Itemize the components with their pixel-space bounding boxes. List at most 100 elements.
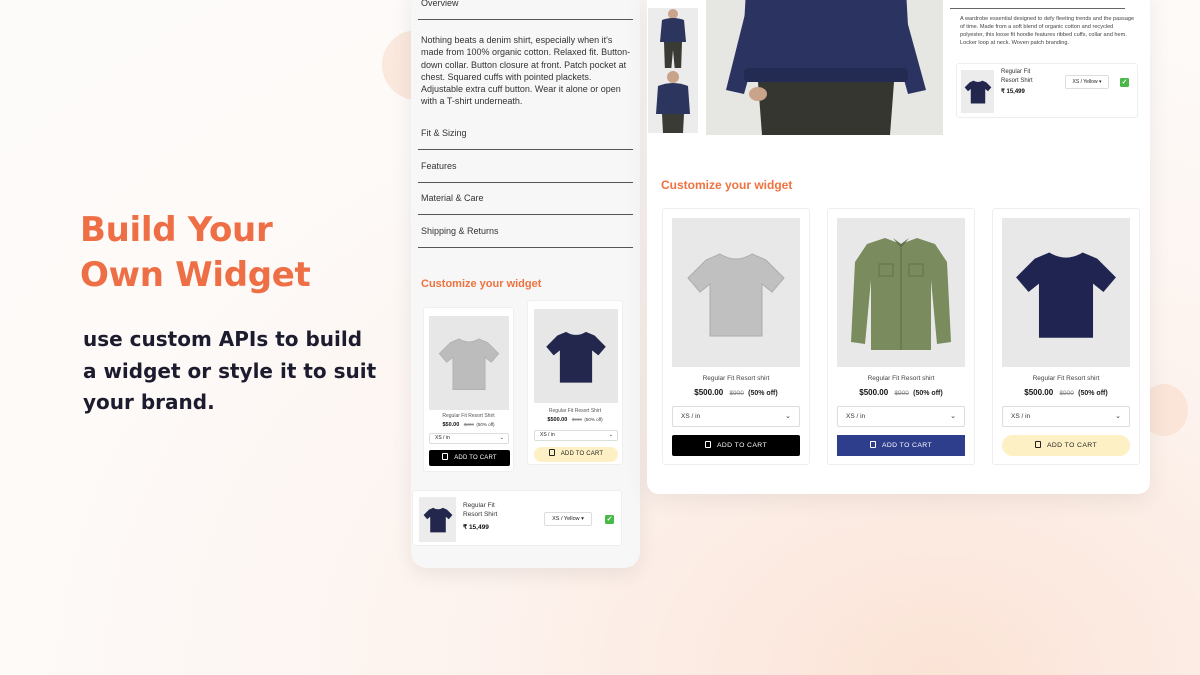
mobile-preview-panel: Overview Nothing beats a denim shirt, es…	[411, 0, 640, 568]
original-price: $900	[1059, 390, 1074, 397]
add-to-cart-button[interactable]: ADD TO CART	[1002, 435, 1130, 456]
accordion-fit-sizing[interactable]: Fit & Sizing	[421, 128, 467, 138]
bundle-price: ₹ 15,499	[463, 524, 489, 531]
size-select[interactable]: XS / in ⌄	[1002, 406, 1130, 427]
chevron-down-icon: ▾	[1098, 79, 1102, 85]
original-price: $900	[729, 390, 744, 397]
checkbox-checked-icon[interactable]: ✓	[1120, 78, 1129, 87]
variant-select-value: XS / Yellow	[1072, 79, 1098, 85]
size-select-value: XS / in	[435, 435, 450, 441]
size-select[interactable]: XS / in ⌄	[534, 430, 618, 441]
shopping-bag-icon	[869, 441, 876, 448]
chevron-down-icon: ⌄	[608, 432, 613, 438]
product-card: Regular Fit Resort shirt $500.00 $900 (5…	[992, 208, 1140, 465]
chevron-down-icon: ⌄	[785, 413, 791, 420]
shirt-image	[851, 237, 951, 350]
divider	[418, 182, 633, 183]
product-name[interactable]: Regular Fit Resort shirt	[828, 375, 974, 382]
checkbox-checked-icon[interactable]: ✓	[605, 515, 614, 524]
add-to-cart-button[interactable]: ADD TO CART	[534, 447, 618, 462]
bundle-name: Regular Fit Resort Shirt	[1001, 68, 1033, 86]
accordion-shipping-returns[interactable]: Shipping & Returns	[421, 226, 499, 236]
model-photo	[706, 0, 943, 135]
tshirt-image	[964, 80, 991, 104]
variant-select[interactable]: XS / Yellow ▾	[544, 512, 592, 526]
product-price: $500.00	[547, 417, 568, 423]
add-to-cart-button[interactable]: ADD TO CART	[672, 435, 800, 456]
hero-title-line: Own Widget	[80, 255, 311, 295]
size-select[interactable]: XS / in ⌄	[672, 406, 800, 427]
accordion-overview[interactable]: Overview	[421, 0, 459, 8]
gallery-thumbnail[interactable]	[648, 68, 698, 133]
bundle-thumbnail	[961, 70, 994, 113]
variant-select[interactable]: XS / Yellow ▾	[1065, 75, 1109, 89]
model-photo	[648, 68, 698, 133]
size-select[interactable]: XS / in ⌄	[837, 406, 965, 427]
discount-label: (50% off)	[476, 422, 495, 427]
hero-title: Build Your Own Widget	[80, 208, 400, 298]
size-select-value: XS / in	[681, 413, 701, 420]
add-to-cart-label: ADD TO CART	[716, 442, 768, 449]
bundle-name-line: Resort Shirt	[463, 511, 498, 518]
bundle-thumbnail	[419, 497, 456, 542]
hero-subtitle-line: a widget or style it to suit	[83, 358, 377, 383]
bundle-name-line: Regular Fit	[463, 502, 495, 509]
tshirt-image	[1016, 251, 1116, 338]
add-to-cart-label: ADD TO CART	[1046, 442, 1098, 449]
chevron-down-icon: ⌄	[1115, 413, 1121, 420]
product-price: $500.00	[1024, 388, 1054, 397]
tshirt-image	[423, 507, 452, 533]
price-row: $500.00 $900 (50% off)	[663, 388, 809, 397]
shopping-bag-icon	[1034, 441, 1041, 448]
model-photo	[648, 8, 698, 73]
tshirt-image	[687, 252, 785, 336]
product-image[interactable]	[534, 309, 618, 403]
discount-label: (50% off)	[748, 390, 778, 397]
bundle-name-line: Regular Fit	[1001, 69, 1031, 75]
chevron-down-icon: ▾	[581, 516, 584, 522]
add-to-cart-button[interactable]: ADD TO CART	[837, 435, 965, 456]
add-to-cart-button[interactable]: ADD TO CART	[429, 450, 510, 466]
product-name[interactable]: Regular Fit Resort Shirt	[424, 413, 513, 419]
desktop-preview-panel: A wardrobe essential designed to defy fl…	[647, 0, 1150, 494]
hero-section: Build Your Own Widget use custom APIs to…	[80, 208, 400, 419]
discount-label: (50% off)	[1078, 390, 1108, 397]
discount-label: (50% off)	[584, 417, 603, 422]
product-image[interactable]	[1002, 218, 1130, 367]
divider	[418, 19, 633, 20]
customize-widget-title: Customize your widget	[661, 178, 793, 192]
bundle-item: Regular Fit Resort Shirt ₹ 15,499 XS / Y…	[412, 490, 622, 546]
bundle-name: Regular Fit Resort Shirt	[463, 501, 497, 519]
discount-label: (50% off)	[913, 390, 943, 397]
hero-subtitle-line: your brand.	[83, 390, 215, 414]
product-name[interactable]: Regular Fit Resort shirt	[993, 375, 1139, 382]
product-price: $500.00	[694, 388, 724, 397]
product-name[interactable]: Regular Fit Resort shirt	[663, 375, 809, 382]
price-row: $500.00 $900 (50% off)	[993, 388, 1139, 397]
divider	[950, 8, 1125, 9]
accordion-material-care[interactable]: Material & Care	[421, 193, 484, 203]
shopping-bag-icon	[704, 441, 711, 448]
divider	[418, 214, 633, 215]
customize-widget-title: Customize your widget	[421, 278, 542, 290]
hero-title-line: Build Your	[80, 210, 273, 250]
product-description: Nothing beats a denim shirt, especially …	[421, 35, 631, 107]
size-select[interactable]: XS / in ⌄	[429, 433, 509, 444]
main-product-image[interactable]	[706, 0, 943, 135]
tshirt-image	[546, 331, 606, 383]
product-name[interactable]: Regular Fit Resort Shirt	[528, 408, 622, 414]
shopping-bag-icon	[548, 449, 555, 456]
price-row: $50.00 $300 (50% off)	[424, 422, 513, 428]
chevron-down-icon: ⌄	[499, 435, 504, 441]
product-card: Regular Fit Resort Shirt $500.00 $900 (5…	[527, 300, 623, 465]
product-price: $50.00	[442, 422, 460, 428]
accordion-features[interactable]: Features	[421, 161, 457, 171]
hero-subtitle-line: use custom APIs to build	[83, 327, 363, 351]
product-image[interactable]	[837, 218, 965, 367]
gallery-thumbnail[interactable]	[648, 8, 698, 73]
product-price: $500.00	[859, 388, 889, 397]
product-image[interactable]	[672, 218, 800, 367]
bundle-price: ₹ 15,499	[1001, 89, 1025, 95]
divider	[418, 247, 633, 248]
product-image[interactable]	[429, 316, 509, 410]
